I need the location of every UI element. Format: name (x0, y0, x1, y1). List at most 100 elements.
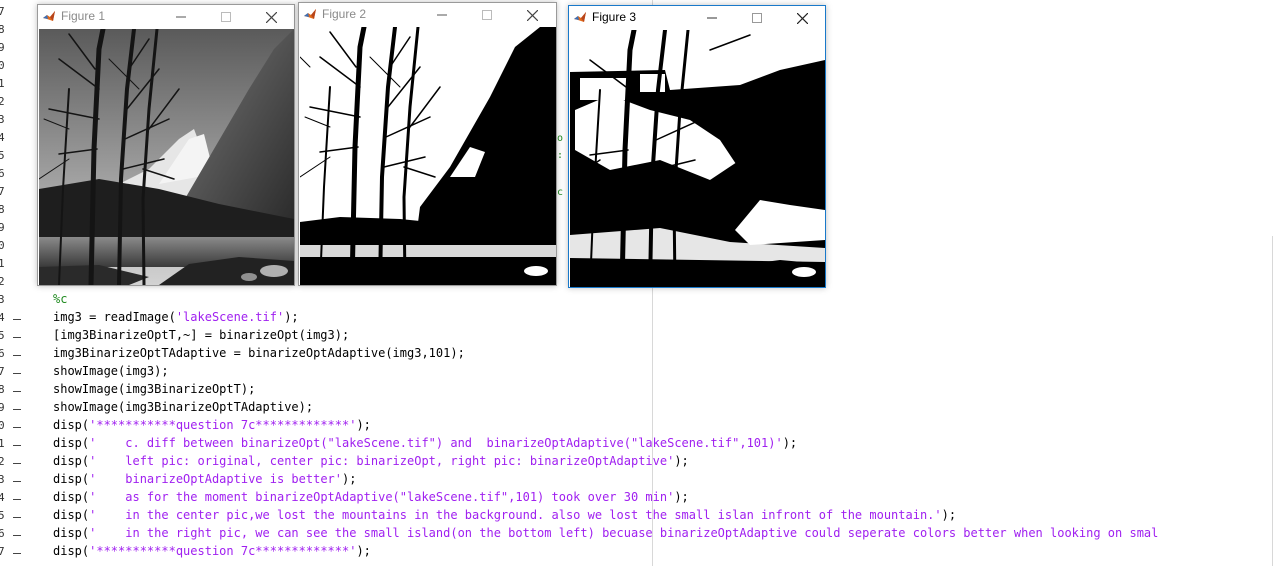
code-line[interactable]: img3BinarizeOptTAdaptive = binarizeOptAd… (53, 344, 465, 362)
close-button[interactable] (517, 5, 547, 25)
maximize-button[interactable] (472, 5, 502, 25)
breakpoint-marker[interactable] (13, 319, 21, 320)
line-number-gutter: 7 8 9 0 1 2 3 4 5 6 7 8 9 0 1 2 3 4 5 6 7 8 9 0 1 2 3 4 5 6 7 (0, 0, 12, 566)
code-text: disp( (53, 472, 90, 486)
matlab-icon (574, 12, 586, 22)
close-button[interactable] (787, 8, 817, 28)
minimize-button[interactable] (697, 8, 727, 28)
close-button[interactable] (256, 7, 286, 27)
window-title: Figure 2 (322, 7, 367, 21)
code-line[interactable]: showImage(img3); (53, 362, 169, 380)
code-text: ); (941, 508, 957, 522)
line-number: 6 (0, 347, 5, 360)
code-text: ); (284, 310, 299, 324)
breakpoint-marker[interactable] (13, 427, 21, 428)
maximize-icon (482, 10, 492, 20)
code-string: '***********question 7c*************' (89, 418, 357, 432)
breakpoint-marker[interactable] (13, 499, 21, 500)
code-line[interactable]: disp(' binarizeOptAdaptive is better'); (53, 470, 356, 488)
breakpoint-marker[interactable] (13, 337, 21, 338)
breakpoint-marker[interactable] (13, 445, 21, 446)
breakpoint-marker[interactable] (13, 373, 21, 374)
figure-window-2[interactable]: Figure 2 (298, 2, 557, 286)
binarize-opt-adaptive-image (570, 30, 825, 287)
code-line[interactable]: disp('***********question 7c************… (53, 542, 371, 560)
code-string: '***********question 7c*************' (89, 544, 357, 558)
maximize-button[interactable] (211, 7, 241, 27)
line-number: 3 (0, 293, 5, 306)
code-text: ); (782, 436, 798, 450)
line-number: 0 (0, 59, 5, 72)
line-number: 8 (0, 383, 5, 396)
line-number: 1 (0, 437, 5, 450)
binarize-opt-image (300, 27, 556, 285)
occluded-text-fragment: o (557, 133, 564, 144)
occluded-text-fragment: c (557, 187, 564, 198)
line-number: 5 (0, 329, 5, 342)
close-icon (526, 9, 538, 21)
line-number: 4 (0, 491, 5, 504)
breakpoint-marker[interactable] (13, 391, 21, 392)
minimize-icon (176, 16, 186, 18)
code-string: ' as for the moment binarizeOptAdaptive(… (89, 490, 675, 504)
maximize-icon (221, 12, 231, 22)
breakpoint-marker[interactable] (13, 535, 21, 536)
breakpoint-marker[interactable] (13, 463, 21, 464)
close-icon (265, 11, 277, 23)
figure-window-3[interactable]: Figure 3 (568, 5, 826, 288)
breakpoint-marker[interactable] (13, 409, 21, 410)
breakpoint-marker[interactable] (13, 553, 21, 554)
line-number: 0 (0, 419, 5, 432)
breakpoint-marker[interactable] (13, 355, 21, 356)
minimize-button[interactable] (166, 7, 196, 27)
line-number: 7 (0, 185, 5, 198)
code-text: disp( (53, 418, 90, 432)
line-number: 1 (0, 77, 5, 90)
code-line[interactable]: disp(' as for the moment binarizeOptAdap… (53, 488, 689, 506)
code-string: ' binarizeOptAdaptive is better' (89, 472, 342, 486)
figure-window-1[interactable]: Figure 1 (37, 4, 295, 286)
code-line[interactable]: disp('***********question 7c************… (53, 416, 371, 434)
line-number: 6 (0, 527, 5, 540)
grayscale-lake-image (39, 29, 294, 285)
code-line[interactable]: [img3BinarizeOptT,~] = binarizeOpt(img3)… (53, 326, 349, 344)
minimize-icon (707, 17, 717, 19)
code-string: ' in the center pic,we lost the mountain… (89, 508, 942, 522)
minimize-button[interactable] (427, 5, 457, 25)
code-line[interactable]: disp(' c. diff between binarizeOpt("lake… (53, 434, 797, 452)
title-bar[interactable]: Figure 3 (569, 6, 825, 30)
code-text: disp( (53, 508, 90, 522)
breakpoint-marker[interactable] (13, 517, 21, 518)
title-bar[interactable]: Figure 1 (38, 5, 294, 29)
matlab-icon (43, 11, 55, 21)
line-number: 8 (0, 203, 5, 216)
code-text: img3 = readImage( (53, 310, 176, 324)
matlab-icon (304, 9, 316, 19)
line-number: 3 (0, 113, 5, 126)
line-number: 8 (0, 23, 5, 36)
code-text: disp( (53, 526, 90, 540)
code-string: ' c. diff between binarizeOpt("lakeScene… (89, 436, 783, 450)
code-string: ' in the right pic, we can see the small… (89, 526, 1159, 540)
title-bar[interactable]: Figure 2 (299, 3, 556, 27)
code-line[interactable]: showImage(img3BinarizeOptT); (53, 380, 255, 398)
code-line[interactable]: showImage(img3BinarizeOptTAdaptive); (53, 398, 313, 416)
code-line[interactable]: %c (53, 290, 67, 308)
line-number: 4 (0, 131, 5, 144)
line-number: 6 (0, 167, 5, 180)
code-line[interactable]: img3 = readImage('lakeScene.tif'); (53, 308, 299, 326)
maximize-button[interactable] (742, 8, 772, 28)
code-text: ); (356, 418, 371, 432)
code-text: disp( (53, 490, 90, 504)
code-text: ); (674, 490, 689, 504)
code-text: ); (356, 544, 371, 558)
line-number: 9 (0, 221, 5, 234)
breakpoint-marker[interactable] (13, 481, 21, 482)
code-line[interactable]: disp(' in the center pic,we lost the mou… (53, 506, 956, 524)
minimize-icon (437, 14, 447, 16)
line-number: 7 (0, 545, 5, 558)
line-number: 2 (0, 95, 5, 108)
line-number: 9 (0, 401, 5, 414)
code-line[interactable]: disp(' in the right pic, we can see the … (53, 524, 1275, 542)
code-line[interactable]: disp(' left pic: original, center pic: b… (53, 452, 689, 470)
